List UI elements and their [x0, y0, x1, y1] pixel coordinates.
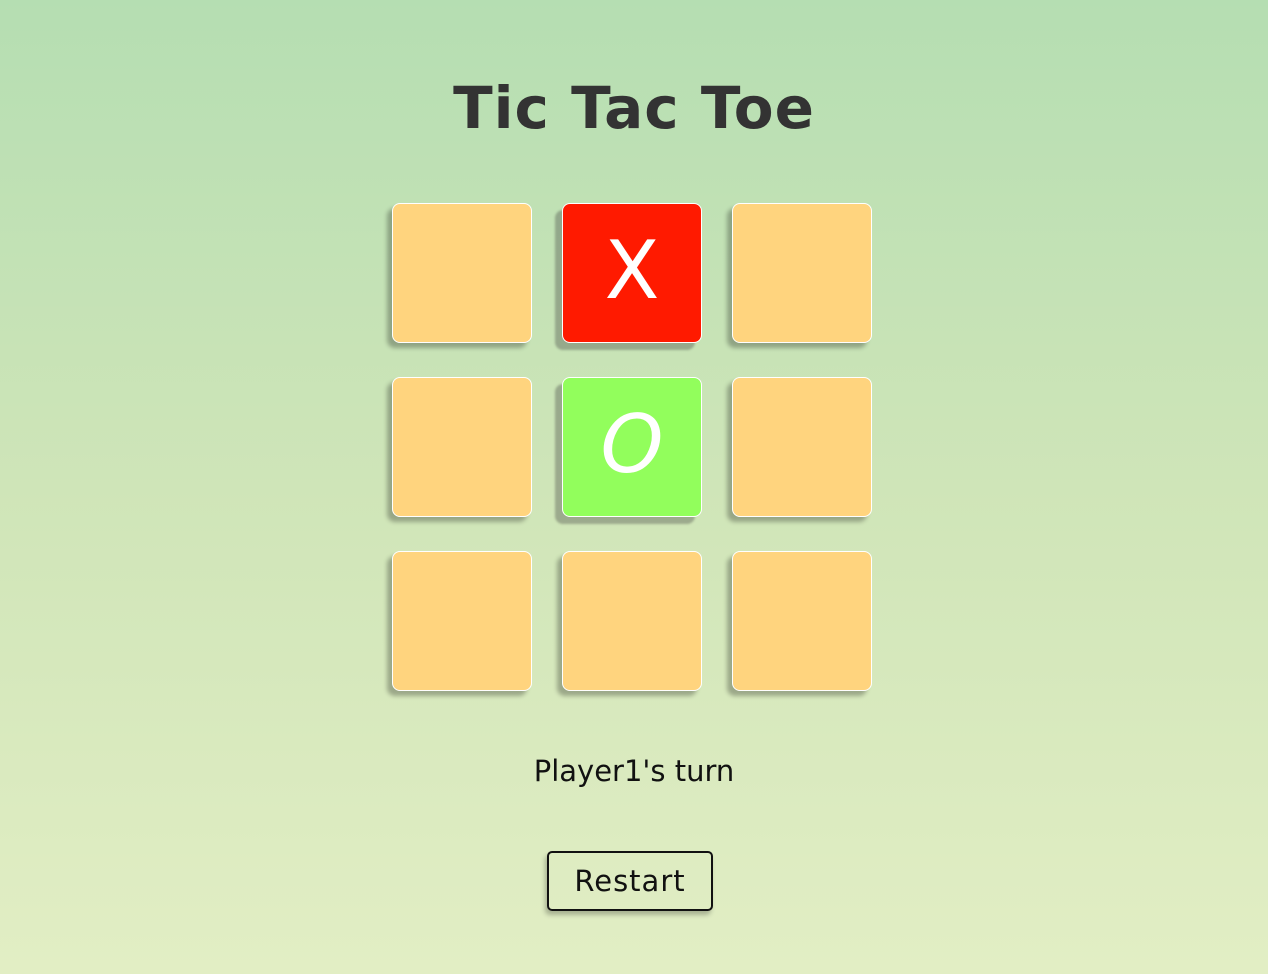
restart-button[interactable]: Restart	[547, 851, 713, 911]
board-cell-5[interactable]: O	[562, 377, 702, 517]
board-cell-4[interactable]	[392, 377, 532, 517]
turn-status: Player1's turn	[533, 754, 735, 788]
board-cell-3[interactable]	[732, 203, 872, 343]
x-mark-icon: X	[604, 224, 660, 317]
board-cell-2[interactable]: X	[562, 203, 702, 343]
game-title: Tic Tac Toe	[453, 74, 815, 142]
o-mark-icon: O	[600, 398, 664, 491]
board-cell-1[interactable]	[392, 203, 532, 343]
board-cell-6[interactable]	[732, 377, 872, 517]
board-cell-9[interactable]	[732, 551, 872, 691]
board-cell-8[interactable]	[562, 551, 702, 691]
game-board: X O	[392, 203, 872, 691]
board-cell-7[interactable]	[392, 551, 532, 691]
